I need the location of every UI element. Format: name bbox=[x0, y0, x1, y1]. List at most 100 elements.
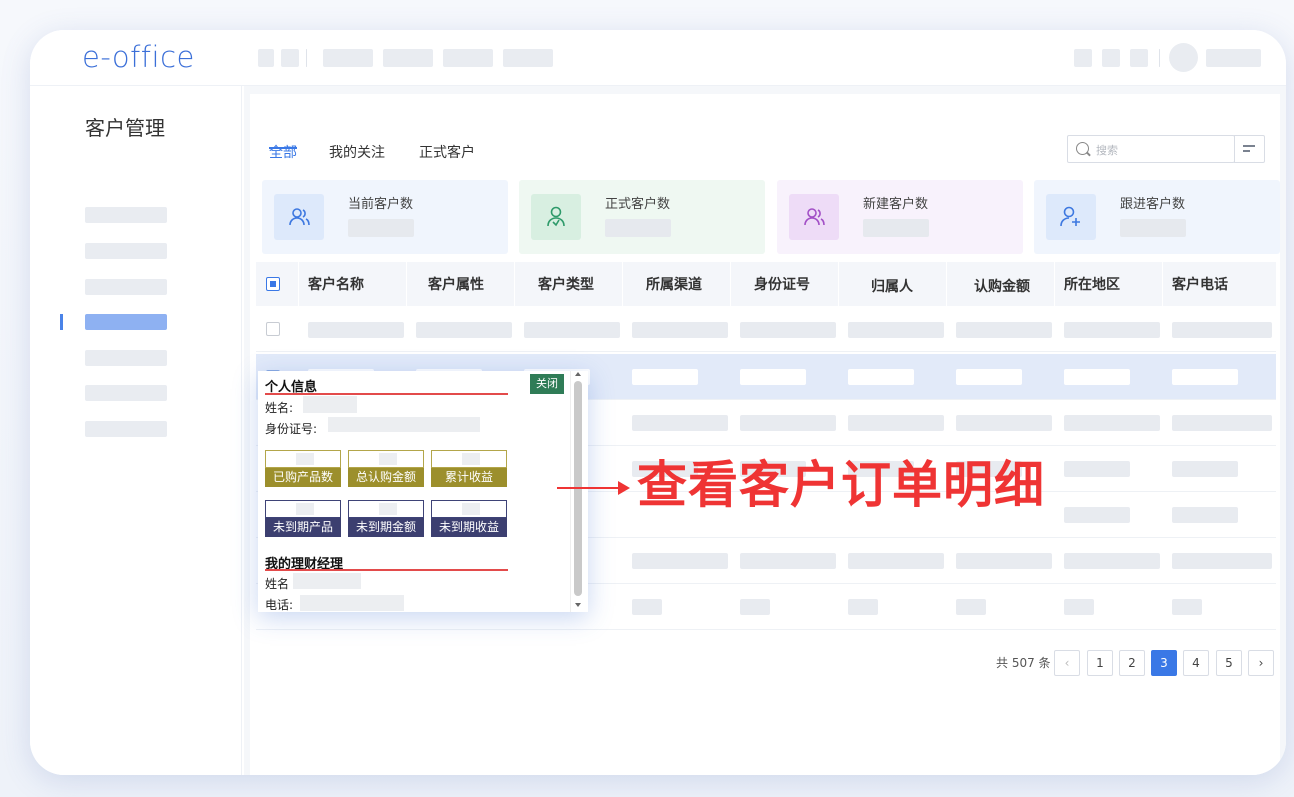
top-nav-placeholder[interactable] bbox=[443, 49, 493, 67]
stage: e-office 客户管理 全部 我的关注 正式客户 搜索 当前客户数 正式客户… bbox=[0, 0, 1294, 797]
table-cell bbox=[740, 415, 836, 431]
search-box[interactable]: 搜索 bbox=[1067, 135, 1235, 163]
table-cell bbox=[1172, 322, 1272, 338]
tile-label: 未到期金额 bbox=[348, 518, 424, 537]
table-cell bbox=[1064, 461, 1130, 477]
tile-value bbox=[431, 450, 507, 468]
column-header[interactable]: 认购金额 bbox=[974, 276, 1030, 296]
active-tab-indicator bbox=[269, 147, 297, 149]
sidebar-item[interactable] bbox=[85, 243, 167, 259]
scroll-down-icon[interactable] bbox=[575, 603, 581, 607]
filter-button[interactable] bbox=[1234, 135, 1265, 163]
column-header[interactable]: 客户属性 bbox=[428, 274, 484, 294]
sidebar-item-active[interactable] bbox=[85, 314, 167, 330]
column-header[interactable]: 身份证号 bbox=[754, 274, 810, 294]
table-cell bbox=[848, 415, 944, 431]
sidebar-item[interactable] bbox=[85, 279, 167, 295]
customer-info-popup: 个人信息 关闭 姓名: 身份证号: 已购产品数 总认购金额 累计收益 未到期产品… bbox=[258, 371, 588, 612]
unexpired-amount-tile[interactable]: 未到期金额 bbox=[348, 500, 424, 537]
tab-my-follow[interactable]: 我的关注 bbox=[329, 142, 385, 162]
user-name-placeholder[interactable] bbox=[1206, 49, 1261, 67]
table-row[interactable] bbox=[256, 306, 1276, 352]
table-cell bbox=[1172, 369, 1238, 385]
table-cell bbox=[740, 553, 836, 569]
table-cell bbox=[524, 322, 620, 338]
column-header[interactable]: 所在地区 bbox=[1064, 274, 1120, 294]
top-nav-placeholder[interactable] bbox=[306, 49, 307, 67]
top-nav-placeholder[interactable] bbox=[258, 49, 274, 67]
stat-value bbox=[863, 219, 929, 237]
pagination-total: 共 507 条 bbox=[996, 656, 1051, 670]
table-cell bbox=[740, 322, 836, 338]
top-tool-placeholder[interactable] bbox=[1074, 49, 1092, 67]
table-cell bbox=[1064, 322, 1160, 338]
sidebar-title: 客户管理 bbox=[85, 116, 165, 140]
scroll-up-icon[interactable] bbox=[575, 372, 581, 376]
column-header[interactable]: 归属人 bbox=[871, 276, 913, 296]
popup-scrollbar[interactable] bbox=[570, 371, 584, 612]
top-tool-placeholder[interactable] bbox=[1130, 49, 1148, 67]
id-value bbox=[328, 417, 480, 432]
stat-value bbox=[348, 219, 414, 237]
avatar[interactable] bbox=[1169, 43, 1198, 72]
app-logo: e-office bbox=[82, 40, 195, 74]
page-button[interactable]: 5 bbox=[1216, 650, 1242, 676]
arrow-right-icon bbox=[618, 481, 630, 495]
page-button[interactable]: 4 bbox=[1183, 650, 1209, 676]
top-nav-placeholder[interactable] bbox=[383, 49, 433, 67]
cumulative-income-tile[interactable]: 累计收益 bbox=[431, 450, 507, 487]
tile-label: 总认购金额 bbox=[348, 468, 424, 487]
prev-page-button[interactable]: ‹ bbox=[1054, 650, 1080, 676]
app-window: e-office 客户管理 全部 我的关注 正式客户 搜索 当前客户数 正式客户… bbox=[30, 30, 1286, 775]
top-nav-placeholder[interactable] bbox=[323, 49, 373, 67]
table-header: 客户名称 客户属性 客户类型 所属渠道 身份证号 归属人 认购金额 所在地区 客… bbox=[256, 262, 1276, 306]
close-button[interactable]: 关闭 bbox=[530, 374, 564, 394]
top-tool-placeholder[interactable] bbox=[1102, 49, 1120, 67]
table-cell bbox=[740, 599, 770, 615]
stat-card-new: 新建客户数 bbox=[777, 180, 1023, 254]
tile-value bbox=[348, 500, 424, 518]
manager-name-value bbox=[293, 573, 361, 589]
next-page-button[interactable]: › bbox=[1248, 650, 1274, 676]
tile-value bbox=[348, 450, 424, 468]
column-separator bbox=[730, 262, 731, 306]
table-cell bbox=[956, 599, 986, 615]
manager-name-label: 姓名 bbox=[265, 577, 290, 591]
sidebar-item[interactable] bbox=[85, 350, 167, 366]
top-nav-placeholder[interactable] bbox=[503, 49, 553, 67]
table-cell bbox=[848, 599, 878, 615]
column-header[interactable]: 客户电话 bbox=[1172, 274, 1228, 294]
tab-formal-customers[interactable]: 正式客户 bbox=[419, 142, 475, 162]
tab-all[interactable]: 全部 bbox=[269, 142, 297, 162]
select-all-checkbox[interactable] bbox=[266, 277, 280, 291]
tile-label: 已购产品数 bbox=[265, 468, 341, 487]
stat-card-formal: 正式客户数 bbox=[519, 180, 765, 254]
manager-phone-value bbox=[300, 595, 404, 611]
column-header[interactable]: 客户类型 bbox=[538, 274, 594, 294]
unexpired-income-tile[interactable]: 未到期收益 bbox=[431, 500, 507, 537]
tile-value bbox=[265, 450, 341, 468]
stat-label: 新建客户数 bbox=[863, 197, 929, 212]
stat-label: 正式客户数 bbox=[605, 197, 671, 212]
sidebar-item[interactable] bbox=[85, 421, 167, 437]
total-subscription-tile[interactable]: 总认购金额 bbox=[348, 450, 424, 487]
column-separator bbox=[622, 262, 623, 306]
column-header[interactable]: 客户名称 bbox=[308, 274, 364, 294]
name-label: 姓名: bbox=[265, 401, 294, 415]
page-button[interactable]: 2 bbox=[1119, 650, 1145, 676]
sidebar-item[interactable] bbox=[85, 385, 167, 401]
purchased-products-tile[interactable]: 已购产品数 bbox=[265, 450, 341, 487]
row-checkbox[interactable] bbox=[266, 322, 280, 336]
page-button-current[interactable]: 3 bbox=[1151, 650, 1177, 676]
unexpired-products-tile[interactable]: 未到期产品 bbox=[265, 500, 341, 537]
sidebar-item[interactable] bbox=[85, 207, 167, 223]
search-input[interactable]: 搜索 bbox=[1096, 142, 1118, 158]
filter-icon bbox=[1243, 145, 1255, 147]
top-nav-placeholder[interactable] bbox=[281, 49, 299, 67]
column-header[interactable]: 所属渠道 bbox=[646, 274, 702, 294]
page-button[interactable]: 1 bbox=[1087, 650, 1113, 676]
tile-label: 累计收益 bbox=[431, 468, 507, 487]
users-new-icon bbox=[789, 194, 839, 240]
column-separator bbox=[838, 262, 839, 306]
table-cell bbox=[1064, 553, 1160, 569]
